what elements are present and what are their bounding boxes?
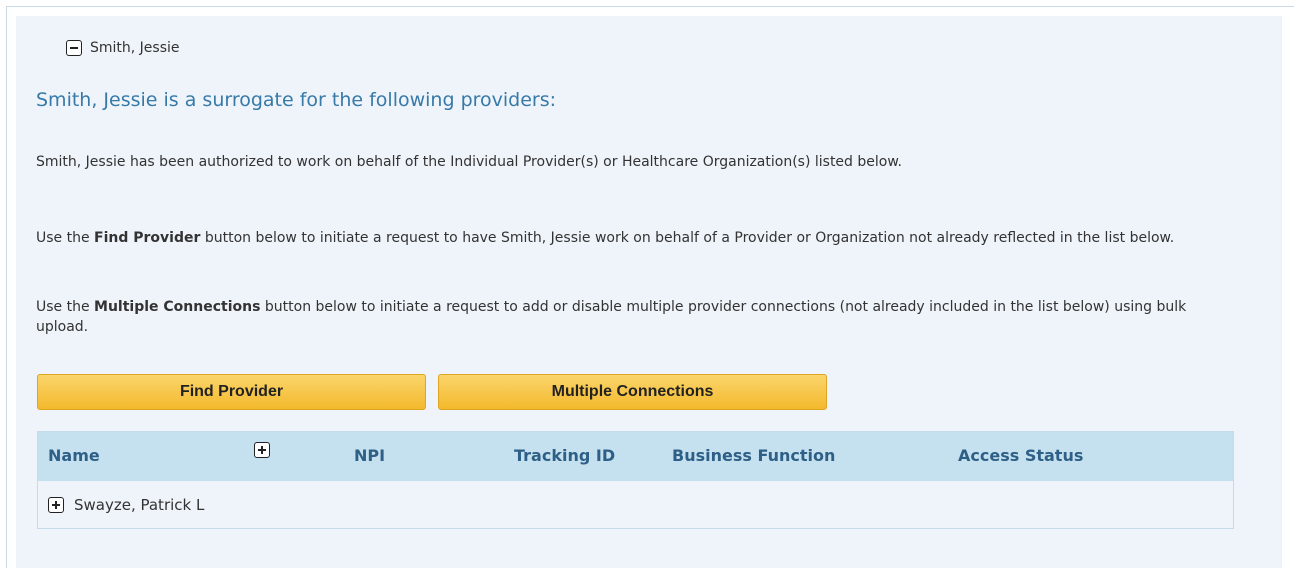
find-provider-text-post: button below to initiate a request to ha… [200, 230, 1175, 246]
page-heading: Smith, Jessie is a surrogate for the fol… [36, 89, 557, 111]
authorization-paragraph: Smith, Jessie has been authorized to wor… [36, 154, 902, 170]
multiple-connections-paragraph: Use the Multiple Connections button belo… [36, 297, 1236, 337]
find-provider-text-bold: Find Provider [94, 230, 201, 246]
find-provider-text-pre: Use the [36, 230, 95, 246]
find-provider-paragraph: Use the Find Provider button below to in… [36, 228, 1236, 248]
expand-all-plus-icon[interactable] [254, 442, 270, 458]
provider-name: Swayze, Patrick L [74, 496, 205, 514]
multiple-connections-text-bold: Multiple Connections [94, 299, 261, 315]
column-header-business-function[interactable]: Business Function [672, 446, 835, 465]
column-header-npi[interactable]: NPI [354, 446, 385, 465]
collapse-minus-icon[interactable] [66, 40, 82, 56]
table-header: Name NPI Tracking ID Business Function A… [38, 432, 1233, 481]
column-header-tracking-id[interactable]: Tracking ID [514, 446, 615, 465]
column-header-name[interactable]: Name [48, 446, 100, 465]
expand-row-plus-icon[interactable] [48, 497, 64, 513]
column-header-access-status[interactable]: Access Status [958, 446, 1083, 465]
find-provider-button[interactable]: Find Provider [37, 374, 426, 410]
table-row[interactable]: Swayze, Patrick L [38, 481, 1233, 529]
surrogate-name-label: Smith, Jessie [90, 40, 180, 56]
multiple-connections-text-pre: Use the [36, 299, 95, 315]
surrogate-collapse-row[interactable]: Smith, Jessie [50, 38, 180, 58]
multiple-connections-button[interactable]: Multiple Connections [438, 374, 827, 410]
providers-table: Name NPI Tracking ID Business Function A… [37, 431, 1234, 529]
